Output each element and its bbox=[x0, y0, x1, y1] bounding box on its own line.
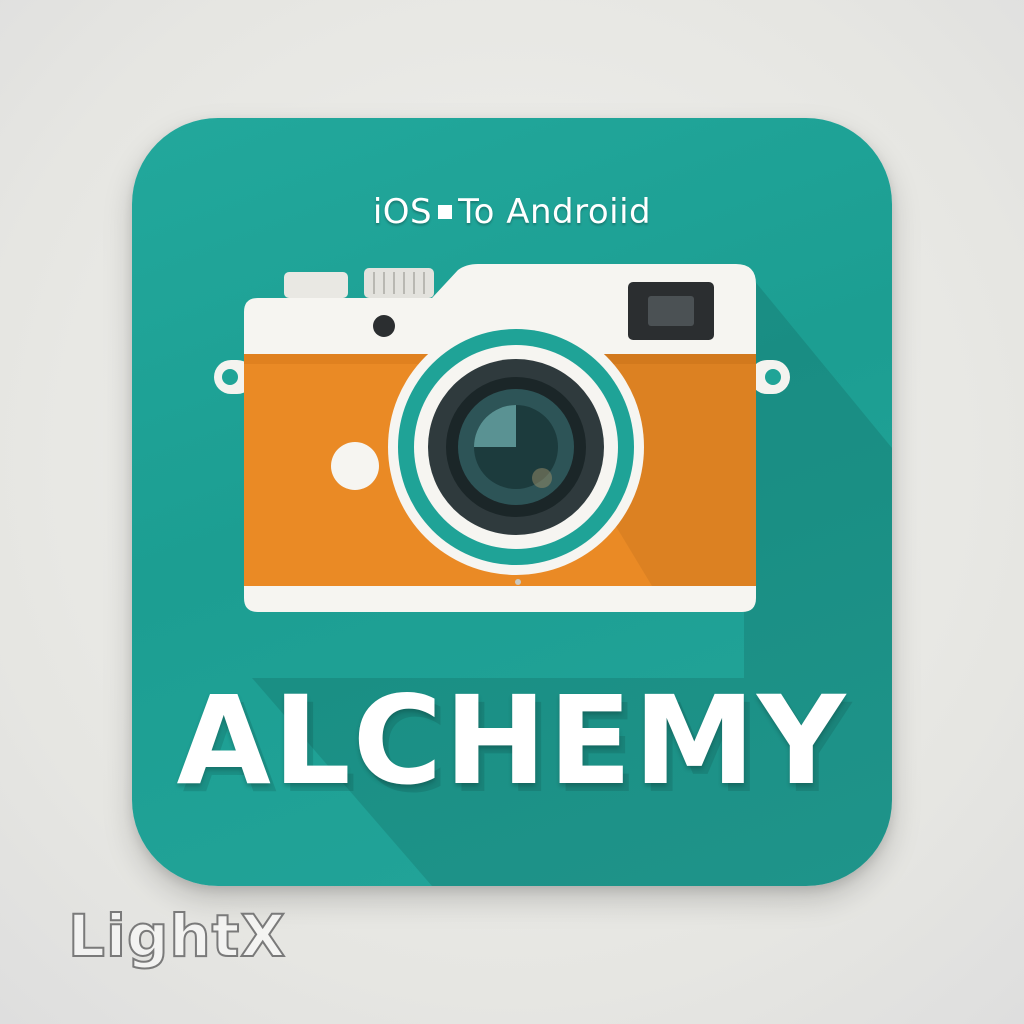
app-title: ALCHEMY bbox=[176, 670, 848, 812]
subtitle-android: To Androiid bbox=[458, 192, 652, 232]
subtitle-ios: iOS bbox=[372, 192, 433, 232]
canvas: iOS To Androiid ALCHEMY LightX bbox=[0, 0, 1024, 1024]
lens bbox=[388, 319, 644, 575]
viewfinder bbox=[628, 282, 714, 340]
transfer-glyph-icon bbox=[438, 204, 453, 219]
shutter-button bbox=[284, 272, 348, 298]
flash-button bbox=[331, 442, 379, 490]
watermark: LightX bbox=[67, 901, 287, 971]
app-icon: iOS To Androiid ALCHEMY bbox=[132, 118, 892, 886]
sensor-dot bbox=[373, 315, 395, 337]
subtitle: iOS To Androiid bbox=[132, 192, 892, 232]
dial-knob bbox=[364, 268, 434, 298]
